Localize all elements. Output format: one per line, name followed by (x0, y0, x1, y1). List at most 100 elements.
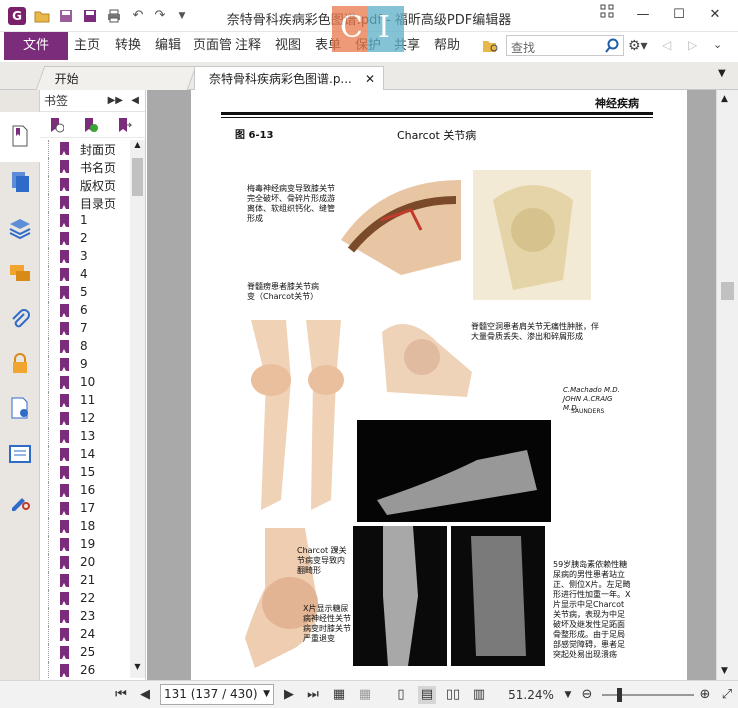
redo-icon[interactable]: ↷ (152, 8, 168, 24)
last-page-icon[interactable]: ⏭ (304, 686, 322, 704)
bookmark-item[interactable]: 18 (40, 518, 130, 536)
menu-help[interactable]: 帮助 (434, 32, 460, 60)
zoom-slider-thumb[interactable] (617, 688, 622, 702)
bookmark-item[interactable]: 封面页 (40, 140, 130, 158)
bookmark-item[interactable]: 14 (40, 446, 130, 464)
maximize-button[interactable]: ☐ (664, 4, 694, 26)
content-panel-icon[interactable] (8, 442, 32, 466)
collapse-ribbon-chevron-icon[interactable]: ⌄ (713, 38, 722, 51)
close-button[interactable]: ✕ (700, 4, 730, 26)
doc-scroll-down-icon[interactable]: ▼ (721, 666, 728, 676)
zoom-level-value[interactable]: 51.24% (506, 686, 556, 704)
security-lock-icon[interactable] (8, 352, 32, 376)
bookmark-item[interactable]: 目录页 (40, 194, 130, 212)
minimize-button[interactable]: — (628, 4, 658, 26)
bookmark-item[interactable]: 19 (40, 536, 130, 554)
bookmark-item[interactable]: 17 (40, 500, 130, 518)
page-dropdown-icon[interactable]: ▼ (263, 685, 270, 704)
bookmark-item[interactable]: 11 (40, 392, 130, 410)
bookmark-item[interactable]: 7 (40, 320, 130, 338)
zoom-out-icon[interactable]: ⊖ (578, 686, 596, 704)
delete-bookmark-icon[interactable] (48, 117, 64, 133)
previous-view-icon[interactable]: ▦ (330, 686, 348, 704)
bookmark-item[interactable]: 9 (40, 356, 130, 374)
document-properties-icon[interactable] (8, 396, 32, 420)
bookmark-item[interactable]: 16 (40, 482, 130, 500)
previous-page-icon[interactable]: ◀ (136, 686, 154, 704)
doc-scroll-up-icon[interactable]: ▲ (721, 94, 728, 104)
bookmark-options-icon[interactable] (116, 117, 132, 133)
signature-pen-icon[interactable] (8, 488, 32, 512)
menu-edit[interactable]: 编辑 (155, 32, 181, 60)
first-page-icon[interactable]: ⏮ (112, 686, 130, 704)
tab-document[interactable]: 奈特骨科疾病彩色图谱.p... ✕ (194, 66, 384, 90)
menu-comment[interactable]: 注释 (235, 32, 261, 60)
doc-scroll-thumb[interactable] (721, 282, 734, 300)
bookmark-item[interactable]: 4 (40, 266, 130, 284)
find-folder-icon[interactable] (482, 38, 500, 57)
bookmarks-scrollbar[interactable]: ▲ ▼ (130, 140, 145, 678)
bookmark-item[interactable]: 12 (40, 410, 130, 428)
open-folder-icon[interactable] (34, 8, 50, 24)
comments-panel-icon[interactable] (8, 262, 32, 286)
bookmark-item[interactable]: 10 (40, 374, 130, 392)
bookmarks-panel-icon[interactable] (8, 124, 32, 148)
collapse-panel-icon[interactable]: ◀ (131, 90, 139, 112)
continuous-page-icon[interactable]: ▤ (418, 686, 436, 704)
tab-close-icon[interactable]: ✕ (365, 67, 375, 91)
fit-page-icon[interactable]: ⤢ (718, 686, 736, 704)
next-page-icon[interactable]: ▶ (280, 686, 298, 704)
bookmark-item[interactable]: 22 (40, 590, 130, 608)
bookmark-item[interactable]: 8 (40, 338, 130, 356)
layers-panel-icon[interactable] (8, 216, 32, 240)
scroll-up-arrow-icon[interactable]: ▲ (130, 140, 145, 154)
bookmark-item[interactable]: 2 (40, 230, 130, 248)
back-arrow-icon[interactable]: ◁ (662, 38, 671, 52)
bookmarks-scroll-thumb[interactable] (132, 158, 143, 196)
undo-icon[interactable]: ↶ (130, 8, 146, 24)
customize-dropdown-icon[interactable]: ▼ (174, 8, 190, 24)
thumbnails-panel-icon[interactable] (8, 170, 32, 194)
facing-page-icon[interactable]: ▯▯ (444, 686, 462, 704)
bookmark-item[interactable]: 3 (40, 248, 130, 266)
settings-gear-icon[interactable]: ⚙▾ (628, 38, 648, 54)
bookmark-item[interactable]: 26 (40, 662, 130, 678)
bookmark-item[interactable]: 15 (40, 464, 130, 482)
forward-arrow-icon[interactable]: ▷ (688, 38, 697, 52)
bookmark-item[interactable]: 版权页 (40, 176, 130, 194)
bookmark-item[interactable]: 24 (40, 626, 130, 644)
document-scrollbar[interactable]: ▲ ▼ (716, 90, 738, 680)
expand-panel-icon[interactable]: ▶▶ (108, 90, 123, 112)
app-logo-icon[interactable]: G (8, 7, 26, 25)
save-icon[interactable] (58, 8, 74, 24)
bookmark-item[interactable]: 20 (40, 554, 130, 572)
continuous-facing-icon[interactable]: ▥ (470, 686, 488, 704)
print-icon[interactable] (106, 8, 122, 24)
bookmark-item[interactable]: 21 (40, 572, 130, 590)
bookmark-item[interactable]: 23 (40, 608, 130, 626)
scroll-down-arrow-icon[interactable]: ▼ (130, 662, 145, 676)
next-view-icon[interactable]: ▦ (356, 686, 374, 704)
bookmark-item[interactable]: 书名页 (40, 158, 130, 176)
tab-start[interactable]: 开始 (35, 66, 197, 90)
search-input[interactable]: 查找 (506, 35, 624, 56)
add-bookmark-icon[interactable] (82, 117, 98, 133)
file-menu-button[interactable]: 文件 (4, 32, 68, 60)
bookmark-item[interactable]: 25 (40, 644, 130, 662)
bookmark-item[interactable]: 1 (40, 212, 130, 230)
save-as-icon[interactable] (82, 8, 98, 24)
bookmark-item[interactable]: 5 (40, 284, 130, 302)
menu-view[interactable]: 视图 (275, 32, 301, 60)
menu-convert[interactable]: 转换 (115, 32, 141, 60)
bookmark-item[interactable]: 13 (40, 428, 130, 446)
tab-list-dropdown-icon[interactable]: ▼ (718, 68, 726, 79)
single-page-icon[interactable]: ▯ (392, 686, 410, 704)
bookmark-item[interactable]: 6 (40, 302, 130, 320)
menu-home[interactable]: 主页 (74, 32, 100, 60)
layout-icon[interactable] (592, 4, 622, 26)
zoom-dropdown-icon[interactable]: ▼ (562, 686, 574, 704)
menu-page-manage[interactable]: 页面管 (193, 32, 231, 60)
page-number-input[interactable]: 131 (137 / 430) ▼ (160, 684, 274, 705)
zoom-slider-track[interactable] (602, 694, 694, 696)
zoom-in-icon[interactable]: ⊕ (696, 686, 714, 704)
